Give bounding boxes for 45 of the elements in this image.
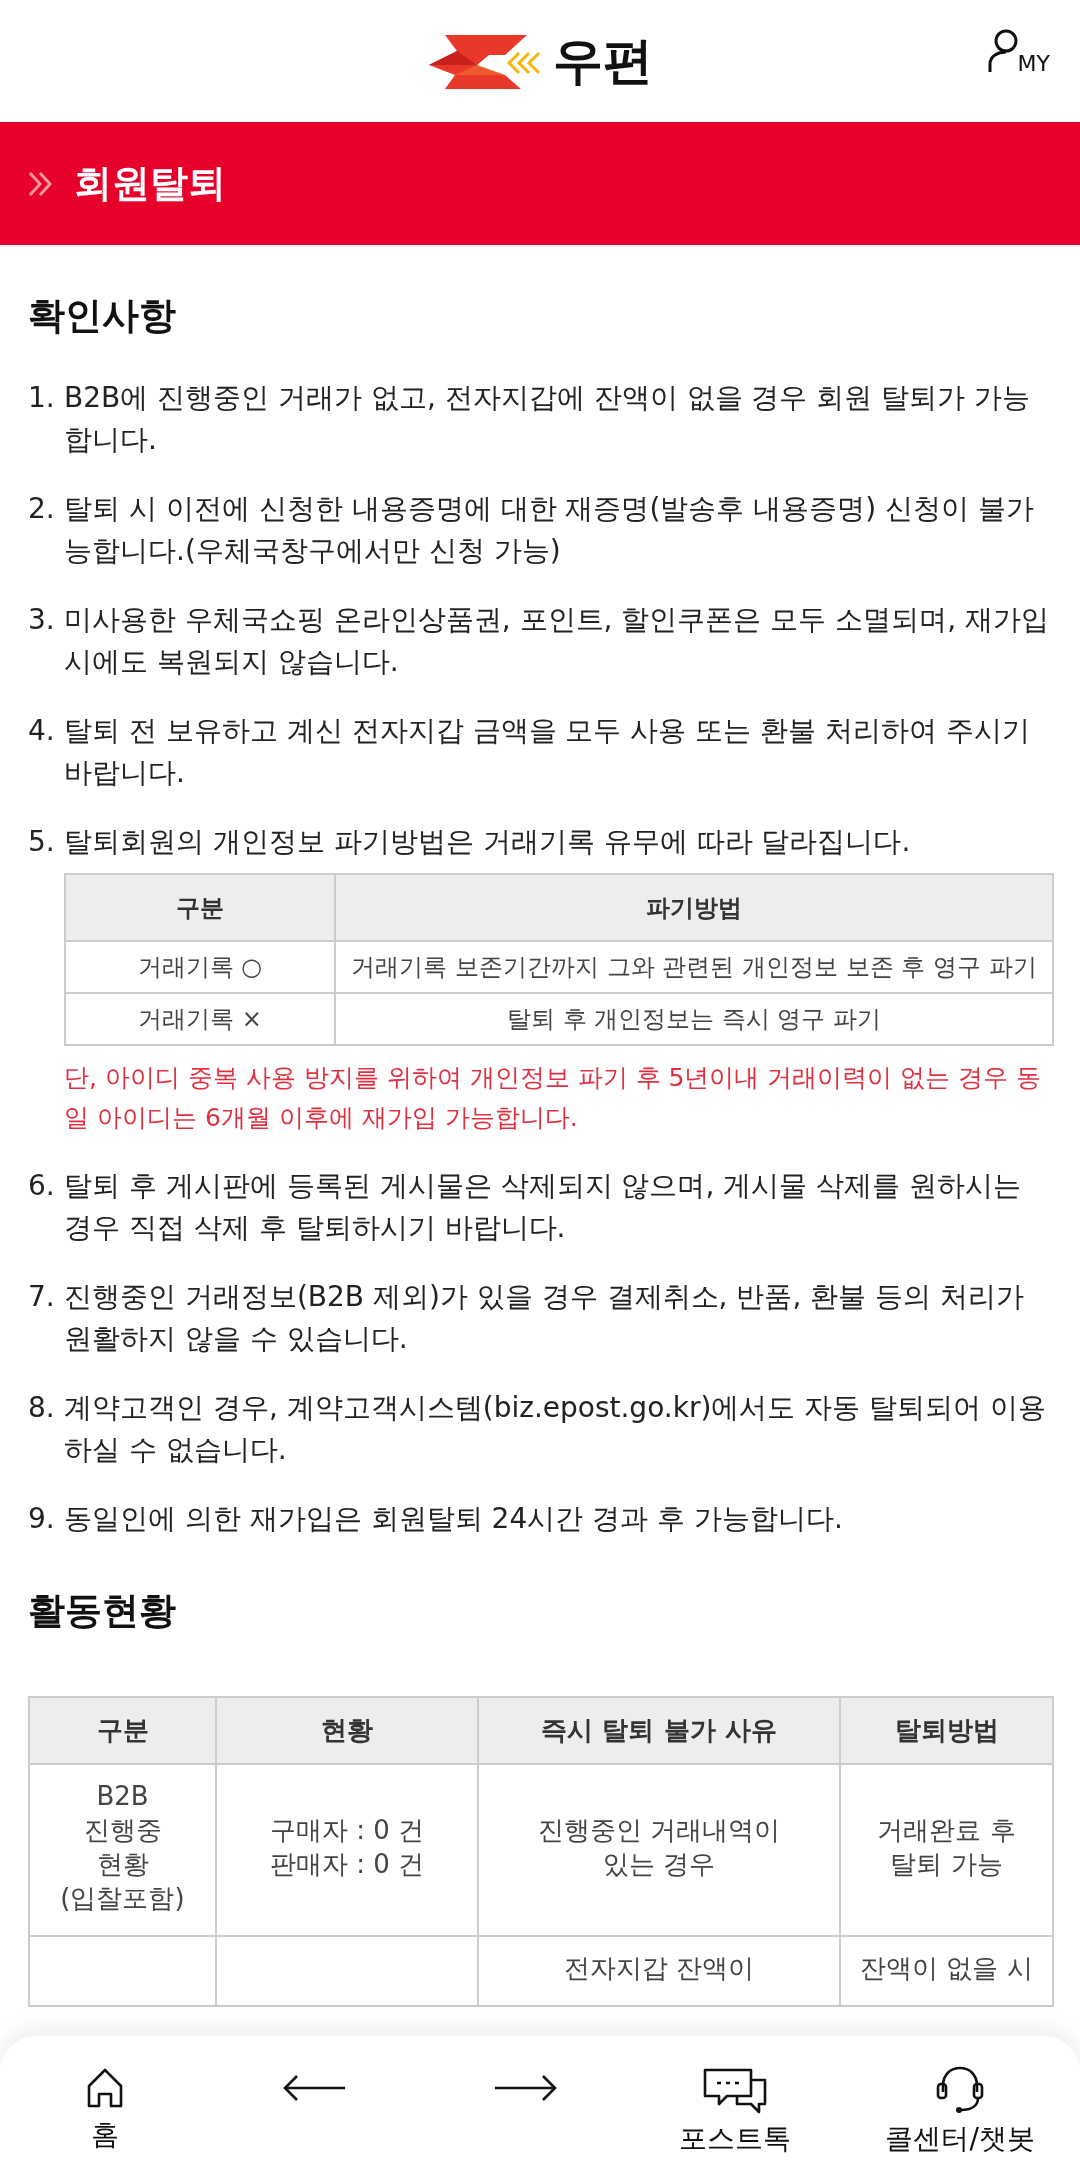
nav-headset-button[interactable]: 콜센터/챗봇 — [885, 2066, 1035, 2158]
table-cell: 거래기록 × — [65, 993, 335, 1045]
list-text: 탈퇴회원의 개인정보 파기방법은 거래기록 유무에 따라 달라집니다. — [64, 824, 912, 860]
headset-icon — [935, 2066, 986, 2114]
list-number: 8. — [28, 1390, 56, 1426]
my-page-button[interactable]: MY — [983, 28, 1050, 76]
list-number: 9. — [28, 1501, 56, 1537]
table-cell: B2B 진행중 현황 (입찰포함) — [29, 1764, 216, 1936]
list-number: 1. — [28, 380, 56, 416]
section-heading: 확인사항 — [28, 293, 177, 339]
table-cell: 전자지갑 잔액이 — [478, 1936, 840, 2006]
column-header: 파기방법 — [335, 874, 1053, 941]
list-text: 미사용한 우체국쇼핑 온라인상품권, 포인트, 할인쿠폰은 모두 소멸되며, 재가입 시에도 복원되지 않습니다. — [64, 602, 1050, 680]
chat-bubbles-icon — [703, 2066, 768, 2114]
column-header: 구분 — [29, 1697, 216, 1764]
list-text: 진행중인 거래정보(B2B 제외)가 있을 경우 결제취소, 반품, 환불 등의 처리가 원활하지 않을 수 있습니다. — [64, 1279, 1025, 1357]
list-number: 6. — [28, 1168, 56, 1204]
list-text: 동일인에 의한 재가입은 회원탈퇴 24시간 경과 후 가능합니다. — [64, 1501, 844, 1537]
list-number: 5. — [28, 824, 56, 860]
table-cell: 거래완료 후 탈퇴 가능 — [840, 1764, 1053, 1936]
list-number: 7. — [28, 1279, 56, 1315]
table-cell: 잔액이 없을 시 — [840, 1936, 1053, 2006]
list-number: 4. — [28, 713, 56, 749]
table-cell: 진행중인 거래내역이 있는 경우 — [478, 1764, 840, 1936]
column-header: 현황 — [216, 1697, 478, 1764]
table-cell: 구매자 : 0 건 판매자 : 0 건 — [216, 1764, 478, 1936]
list-number: 3. — [28, 602, 56, 638]
list-text: 탈퇴 시 이전에 신청한 내용증명에 대한 재증명(발송후 내용증명) 신청이 불가능합니다.(우체국창구에서만 신청 가능) — [64, 491, 1035, 569]
list-text: B2B에 진행중인 거래가 없고, 전자지갑에 잔액이 없을 경우 회원 탈퇴가 가능합니다. — [64, 380, 1032, 458]
list-text: 계약고객인 경우, 계약고객시스템(biz.epost.go.kr)에서도 자동 탈퇴되어 이용하실 수 없습니다. — [64, 1390, 1048, 1468]
logo[interactable]: 우편 — [427, 27, 653, 95]
warning-note: 단, 아이디 중복 사용 방지를 위하여 개인정보 파기 후 5년이내 거래이력이 없는 경우 동일 아이디는 6개월 이후에 재가입 가능합니다. — [64, 1062, 1043, 1134]
page-title: 회원탈퇴 — [74, 160, 226, 207]
table-cell: 거래기록 ○ — [65, 941, 335, 993]
list-number: 2. — [28, 491, 56, 527]
table-cell: 거래기록 보존기간까지 그와 관련된 개인정보 보존 후 영구 파기 — [335, 941, 1053, 993]
section-heading: 활동현황 — [28, 1588, 177, 1634]
nav-chat-button[interactable]: 포스트톡 — [675, 2066, 796, 2158]
list-text: 탈퇴 후 게시판에 등록된 게시물은 삭제되지 않으며, 게시물 삭제를 원하시는 경우 직접 삭제 후 탈퇴하시기 바랍니다. — [64, 1168, 1022, 1246]
list-text: 탈퇴 전 보유하고 계신 전자지갑 금액을 모두 사용 또는 환불 처리하여 주시기 바랍니다. — [64, 713, 1031, 791]
column-header: 즉시 탈퇴 불가 사유 — [478, 1697, 840, 1764]
column-header: 구분 — [65, 874, 335, 941]
table-cell: 탈퇴 후 개인정보는 즉시 영구 파기 — [335, 993, 1053, 1045]
column-header: 탈퇴방법 — [840, 1697, 1053, 1764]
nav-home-button[interactable]: 홈 — [45, 2066, 166, 2154]
